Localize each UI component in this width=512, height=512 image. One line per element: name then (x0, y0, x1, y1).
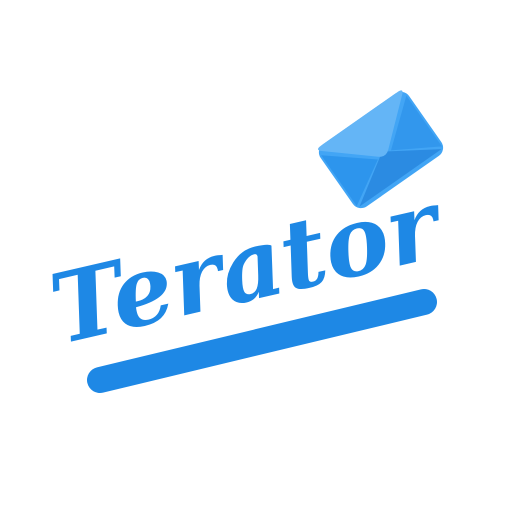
terator-logo: Terator (40, 90, 455, 393)
logo-canvas: Terator (0, 0, 512, 512)
